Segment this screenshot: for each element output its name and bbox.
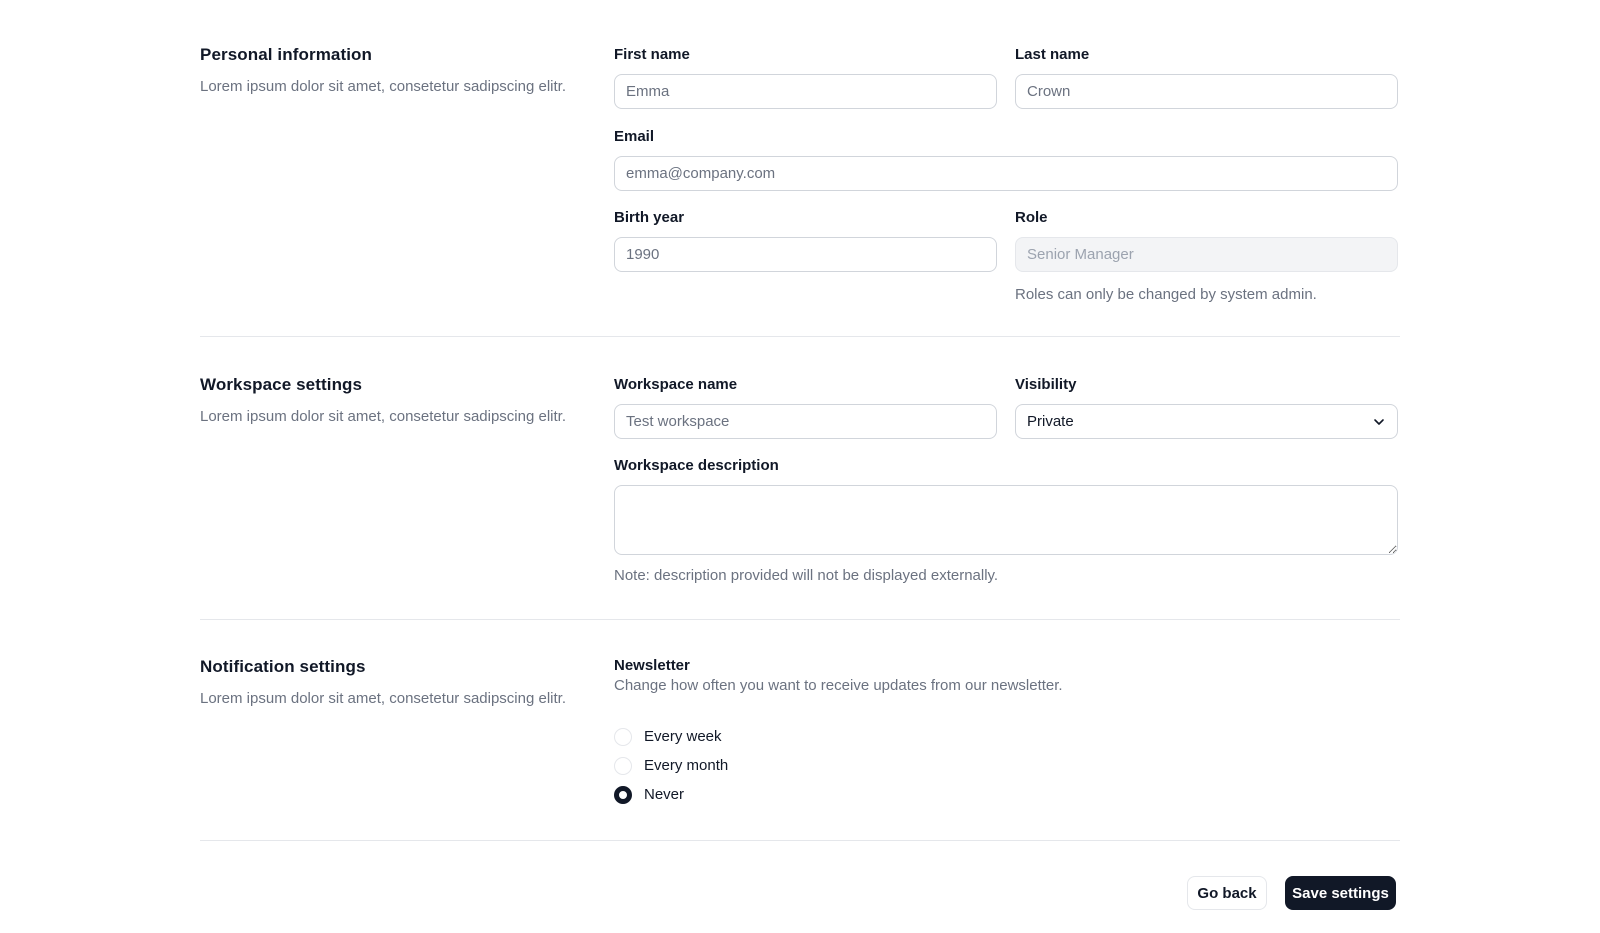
role-input [1015, 237, 1398, 272]
newsletter-radio-group: Every week Every month Never [614, 722, 1400, 809]
visibility-select-wrapper: Private [1015, 404, 1398, 439]
email-label: Email [614, 128, 655, 145]
birth-year-field: Birth year [614, 208, 997, 272]
newsletter-description: Change how often you want to receive upd… [614, 677, 1063, 694]
radio-button[interactable] [614, 756, 632, 775]
email-field: Email [614, 127, 1398, 191]
personal-info-fields: First name Last name Email Birth year Ro… [614, 45, 1400, 305]
workspace-description: Lorem ipsum dolor sit amet, consetetur s… [200, 408, 566, 425]
first-name-label: First name [614, 46, 690, 63]
radio-label: Every month [644, 757, 729, 774]
divider-workspace-notifications [200, 619, 1400, 620]
last-name-label: Last name [1015, 46, 1090, 63]
notifications-fields: Newsletter Change how often you want to … [614, 657, 1400, 817]
workspace-title: Workspace settings [200, 375, 363, 394]
personal-info-section: Personal information Lorem ipsum dolor s… [200, 45, 1400, 305]
visibility-label: Visibility [1015, 376, 1077, 393]
workspace-name-field: Workspace name [614, 375, 997, 439]
radio-option-every-month[interactable]: Every month [614, 751, 1400, 780]
workspace-name-label: Workspace name [614, 376, 738, 393]
workspace-fields: Workspace name Visibility Private Worksp… [614, 375, 1400, 595]
radio-option-never[interactable]: Never [614, 780, 1400, 809]
workspace-section: Workspace settings Lorem ipsum dolor sit… [200, 375, 1400, 595]
radio-button-checked[interactable] [614, 785, 632, 804]
email-input[interactable] [614, 156, 1398, 191]
radio-button[interactable] [614, 727, 632, 746]
save-settings-button[interactable]: Save settings [1285, 876, 1396, 910]
workspace-description-textarea[interactable] [614, 485, 1398, 555]
role-field: Role Roles can only be changed by system… [1015, 208, 1398, 303]
newsletter-title: Newsletter [614, 657, 690, 674]
workspace-description-note: Note: description provided will not be d… [614, 567, 999, 584]
visibility-field: Visibility Private [1015, 375, 1398, 439]
divider-notifications-actions [200, 840, 1400, 841]
visibility-select[interactable]: Private [1015, 404, 1398, 439]
go-back-button[interactable]: Go back [1187, 876, 1267, 910]
divider-personal-workspace [200, 336, 1400, 337]
notifications-intro: Notification settings Lorem ipsum dolor … [200, 657, 614, 817]
last-name-input[interactable] [1015, 74, 1398, 109]
birth-year-label: Birth year [614, 209, 685, 226]
settings-page: Personal information Lorem ipsum dolor s… [0, 0, 1600, 933]
workspace-description-field: Workspace description Note: description … [614, 456, 1398, 584]
role-label: Role [1015, 209, 1048, 226]
first-name-input[interactable] [614, 74, 997, 109]
notifications-description: Lorem ipsum dolor sit amet, consetetur s… [200, 690, 566, 707]
workspace-name-input[interactable] [614, 404, 997, 439]
personal-info-intro: Personal information Lorem ipsum dolor s… [200, 45, 614, 305]
workspace-intro: Workspace settings Lorem ipsum dolor sit… [200, 375, 614, 595]
role-hint: Roles can only be changed by system admi… [1015, 286, 1317, 303]
notifications-title: Notification settings [200, 657, 366, 676]
personal-info-description: Lorem ipsum dolor sit amet, consetetur s… [200, 78, 566, 95]
birth-year-input[interactable] [614, 237, 997, 272]
radio-label: Every week [644, 728, 722, 745]
personal-info-title: Personal information [200, 45, 373, 64]
last-name-field: Last name [1015, 45, 1398, 109]
notifications-section: Notification settings Lorem ipsum dolor … [200, 657, 1400, 817]
radio-label: Never [644, 786, 685, 803]
radio-option-every-week[interactable]: Every week [614, 722, 1400, 751]
workspace-description-label: Workspace description [614, 457, 779, 474]
first-name-field: First name [614, 45, 997, 109]
